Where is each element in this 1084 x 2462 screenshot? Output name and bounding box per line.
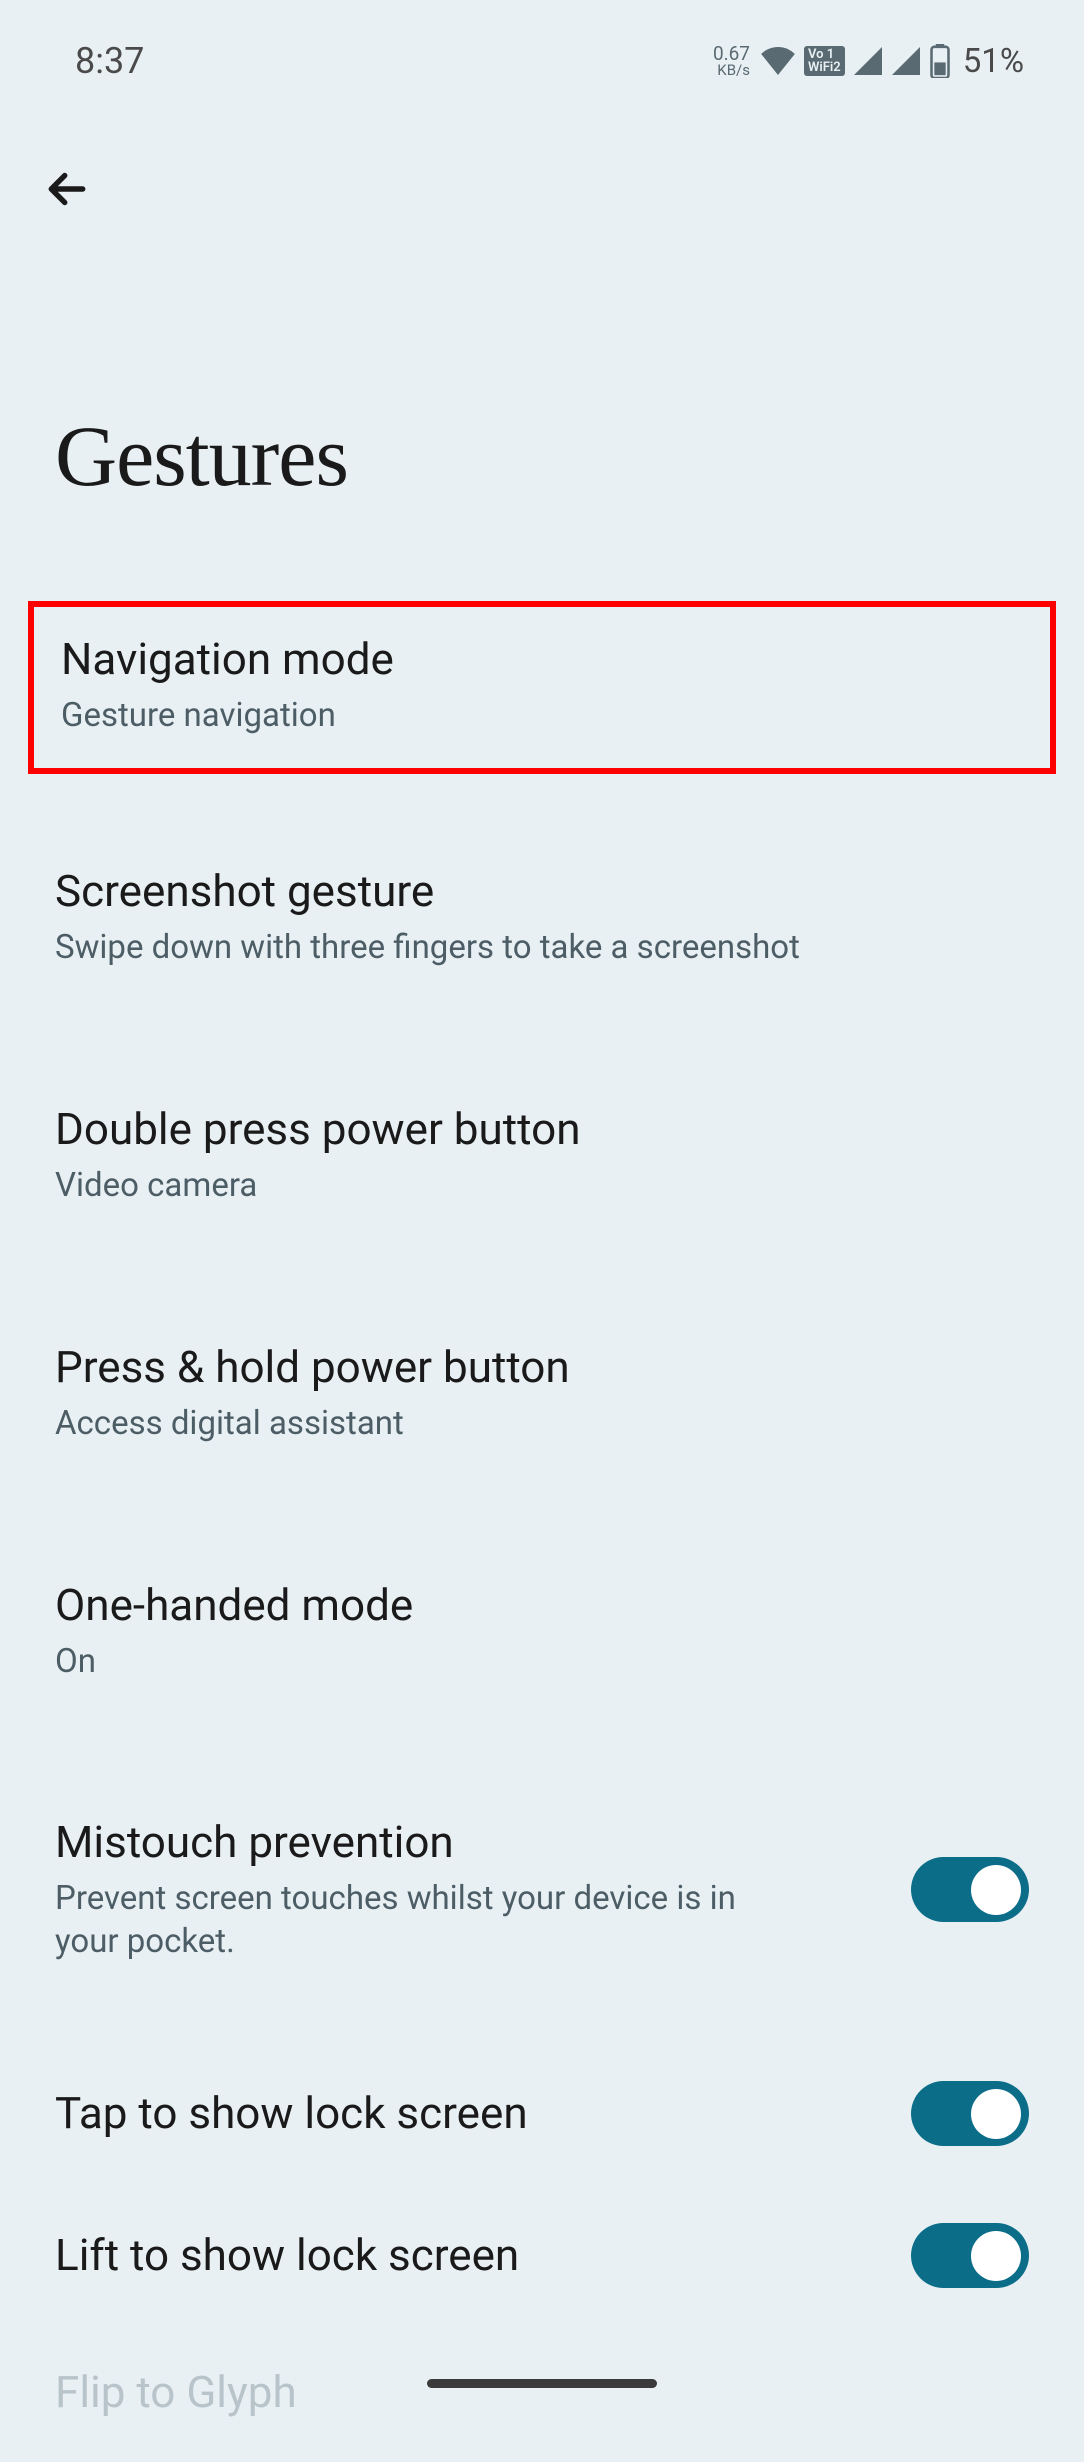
- setting-title: Lift to show lock screen: [55, 2228, 881, 2283]
- lift-to-show-toggle[interactable]: [911, 2223, 1029, 2288]
- setting-subtitle: Video camera: [55, 1165, 805, 1208]
- setting-one-handed-mode[interactable]: One-handed mode On: [0, 1543, 1084, 1726]
- setting-title: Mistouch prevention: [55, 1815, 881, 1870]
- status-indicators: 0.67 KB/s Vo 1WiFi2 51%: [713, 42, 1024, 81]
- setting-subtitle: Access digital assistant: [55, 1403, 805, 1446]
- setting-tap-to-show[interactable]: Tap to show lock screen: [0, 2046, 1084, 2188]
- setting-title: Navigation mode: [61, 632, 1023, 687]
- setting-navigation-mode[interactable]: Navigation mode Gesture navigation: [28, 601, 1056, 774]
- data-speed-indicator: 0.67 KB/s: [713, 44, 750, 78]
- setting-press-hold-power[interactable]: Press & hold power button Access digital…: [0, 1305, 1084, 1488]
- setting-flip-to-glyph: Flip to Glyph: [0, 2330, 1084, 2462]
- mistouch-toggle[interactable]: [911, 1857, 1029, 1922]
- wifi-icon: [760, 47, 796, 75]
- setting-screenshot-gesture[interactable]: Screenshot gesture Swipe down with three…: [0, 829, 1084, 1012]
- setting-title: Tap to show lock screen: [55, 2086, 881, 2141]
- signal-icon-2: [891, 47, 921, 75]
- navigation-handle[interactable]: [427, 2379, 657, 2388]
- battery-icon: [929, 44, 951, 78]
- setting-subtitle: Prevent screen touches whilst your devic…: [55, 1878, 805, 1964]
- back-button[interactable]: [0, 102, 1084, 216]
- vowifi-badge: Vo 1WiFi2: [804, 46, 845, 76]
- tap-to-show-toggle[interactable]: [911, 2081, 1029, 2146]
- settings-list: Navigation mode Gesture navigation Scree…: [0, 506, 1084, 2462]
- setting-title: Double press power button: [55, 1102, 1029, 1157]
- setting-subtitle: On: [55, 1641, 805, 1684]
- setting-subtitle: Gesture navigation: [61, 695, 811, 738]
- setting-title: Screenshot gesture: [55, 864, 1029, 919]
- setting-lift-to-show[interactable]: Lift to show lock screen: [0, 2188, 1084, 2330]
- setting-mistouch-prevention[interactable]: Mistouch prevention Prevent screen touch…: [0, 1780, 1084, 2006]
- battery-percentage: 51%: [963, 42, 1024, 81]
- signal-icon-1: [853, 47, 883, 75]
- setting-subtitle: Swipe down with three fingers to take a …: [55, 927, 805, 970]
- setting-double-press-power[interactable]: Double press power button Video camera: [0, 1067, 1084, 1250]
- page-title: Gestures: [0, 216, 1084, 506]
- setting-title: Press & hold power button: [55, 1340, 1029, 1395]
- status-time: 8:37: [75, 40, 144, 82]
- status-bar: 8:37 0.67 KB/s Vo 1WiFi2 51%: [0, 0, 1084, 102]
- setting-title: One-handed mode: [55, 1578, 1029, 1633]
